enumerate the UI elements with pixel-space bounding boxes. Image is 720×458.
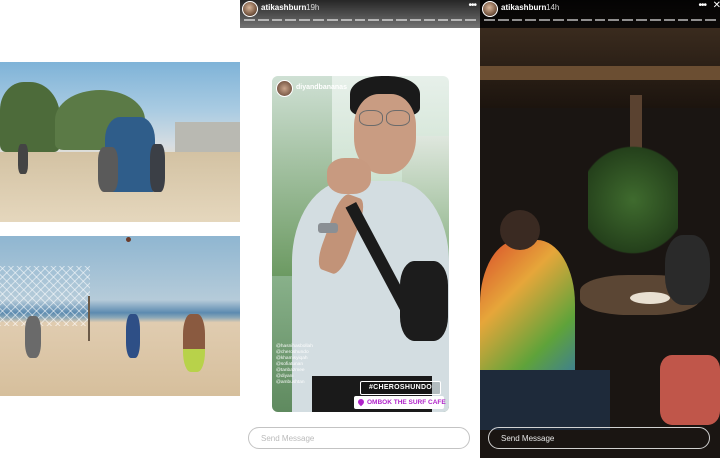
progress-segment [423, 19, 435, 21]
progress-segment [594, 19, 606, 21]
glasses-right [386, 110, 410, 126]
plate [630, 292, 670, 304]
progress-segment [382, 19, 394, 21]
progress-segment [409, 19, 421, 21]
volleyball-net [0, 266, 90, 326]
progress-segment [244, 19, 255, 21]
person [18, 144, 28, 174]
player [126, 314, 140, 358]
progress-segment [271, 19, 283, 21]
location-pin-icon [356, 398, 366, 407]
mention-list: @hasnihasbollah @cheroshundo @khamisyiqa… [276, 344, 313, 386]
more-horizontal-icon[interactable]: ••• [468, 0, 476, 11]
progress-segment [340, 19, 352, 21]
story-progress-bar [484, 19, 717, 21]
progress-segment [497, 19, 509, 21]
progress-segment [608, 19, 620, 21]
send-message-input[interactable] [488, 427, 710, 449]
card-user-avatar[interactable] [276, 80, 293, 97]
progress-segment [437, 19, 449, 21]
progress-segment [705, 19, 717, 21]
player [98, 147, 118, 192]
progress-segment [257, 19, 269, 21]
crossbody-bag [400, 261, 448, 341]
progress-segment [663, 19, 675, 21]
close-icon[interactable]: ✕ [713, 0, 720, 11]
progress-segment [451, 19, 463, 21]
plant [588, 140, 678, 260]
fist [327, 158, 371, 194]
story-header: atikashburn 14h ••• ✕ [480, 0, 720, 28]
net-pole [88, 296, 90, 341]
more-horizontal-icon[interactable]: ••• [698, 0, 706, 11]
hashtag-sticker[interactable]: #CHEROSHUNDO [360, 381, 441, 395]
story-username[interactable]: atikashburn [261, 3, 306, 12]
location-sticker[interactable]: OMBOK THE SURF CAFE [354, 396, 446, 409]
story-timestamp: 14h [546, 3, 560, 12]
progress-segment [465, 19, 477, 21]
send-message-input[interactable] [248, 427, 470, 449]
progress-segment [354, 19, 366, 21]
progress-segment [553, 19, 564, 21]
foreground-chair [480, 370, 610, 430]
progress-segment [622, 19, 634, 21]
story-viewer-1: atikashburn 19h ••• diyandbananas @hasni… [240, 0, 480, 458]
player [25, 316, 41, 358]
person-head [500, 210, 540, 250]
progress-segment [539, 19, 551, 21]
progress-segment [580, 19, 592, 21]
left-photo-panel [0, 0, 240, 458]
beach-group-photo[interactable] [0, 62, 240, 222]
location-label: OMBOK THE SURF CAFE [367, 399, 446, 406]
player [183, 314, 205, 372]
progress-segment [525, 19, 537, 21]
story-progress-bar [244, 19, 477, 21]
trees-left [0, 82, 60, 152]
progress-segment [677, 19, 689, 21]
progress-segment [299, 19, 311, 21]
mention-tag[interactable]: @ambushtan [276, 380, 313, 386]
progress-segment [285, 19, 297, 21]
progress-segment [313, 19, 324, 21]
progress-segment [368, 19, 380, 21]
watch [318, 223, 338, 233]
player [150, 144, 165, 192]
progress-segment [566, 19, 578, 21]
roof-beam [480, 66, 720, 80]
story-viewer-2: atikashburn 14h ••• ✕ [480, 0, 720, 458]
progress-segment [326, 19, 338, 21]
beach-volleyball-photo[interactable] [0, 236, 240, 396]
progress-segment [396, 19, 407, 21]
story-timestamp: 19h [306, 3, 320, 12]
progress-segment [484, 19, 495, 21]
progress-segment [649, 19, 661, 21]
progress-segment [636, 19, 647, 21]
user-avatar[interactable] [242, 1, 258, 17]
progress-segment [511, 19, 523, 21]
user-avatar[interactable] [482, 1, 498, 17]
red-chair [660, 355, 720, 425]
person-right [665, 235, 710, 305]
story-username[interactable]: atikashburn [501, 3, 546, 12]
story-header: atikashburn 19h ••• [240, 0, 480, 28]
reshared-story-card[interactable]: diyandbananas @hasnihasbollah @cheroshun… [272, 76, 449, 412]
volleyball [126, 237, 131, 242]
progress-segment [691, 19, 703, 21]
glasses-left [359, 110, 383, 126]
card-username[interactable]: diyandbananas [296, 84, 347, 91]
